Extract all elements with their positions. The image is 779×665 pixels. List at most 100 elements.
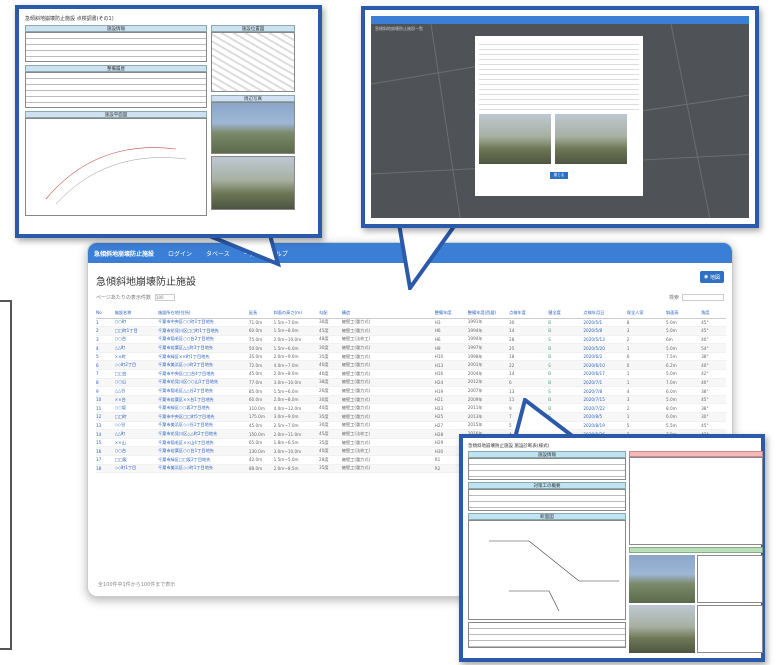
table-row[interactable]: 4 △△町 千葉市若葉区△△町3丁目地先 50.0m 1.5m~6.0m 30度 擁壁工(重…: [96, 343, 726, 353]
table-cell: 9: [96, 386, 115, 396]
table-cell[interactable]: △△町: [114, 429, 158, 439]
column-header[interactable]: No: [96, 308, 115, 319]
table-cell[interactable]: 千葉市花見川区△△町2丁目地先: [157, 429, 249, 439]
table-cell: 3: [626, 395, 666, 405]
column-header[interactable]: 施設名称: [114, 308, 158, 319]
column-header[interactable]: 点検年度: [509, 308, 549, 319]
table-cell[interactable]: 千葉市稲毛区××山4丁目地先: [157, 438, 249, 448]
table-cell: 0: [626, 360, 666, 371]
table-cell: 18: [96, 464, 115, 474]
table-cell[interactable]: 千葉市若葉区××台1丁目地先: [157, 395, 249, 405]
table-cell[interactable]: 千葉市中央区□□町5丁目地先: [157, 412, 249, 422]
modal-photo-2: [555, 114, 627, 164]
table-cell: 擁壁工(重力式): [341, 369, 435, 379]
table-cell: 7: [96, 369, 115, 379]
table-cell[interactable]: ○○台: [114, 335, 158, 345]
table-cell: 14: [509, 326, 549, 336]
table-cell[interactable]: ××台: [114, 395, 158, 405]
table-cell[interactable]: ○○台: [114, 446, 158, 456]
table-cell: 130.0m: [248, 446, 274, 456]
table-cell[interactable]: 千葉市若葉区△△町3丁目地先: [157, 343, 249, 353]
table-cell[interactable]: 千葉市中央区□□台4丁目地先: [157, 369, 249, 379]
table-row[interactable]: 2 □□町1丁目 千葉市花見川区□□町1丁目地先 60.0m 1.5m~8.0m 45度擁…: [96, 326, 726, 336]
table-row[interactable]: 8 ○○山 千葉市花見川区○○山1丁目地先 77.0m 3.0m~10.0m 38度 擁壁工…: [96, 378, 726, 388]
table-cell: 85.0m: [248, 386, 274, 396]
table-row[interactable]: 6 ◇◇町2丁目 千葉市美浜区◇◇町2丁目地先 72.0m 4.0m~7.0m 40度 擁壁…: [96, 360, 726, 371]
table-cell: 擁壁工(法枠工): [341, 335, 435, 345]
table-row[interactable]: 7 □□台 千葉市中央区□□台4丁目地先 45.0m 2.0m~8.0m 40度 擁壁工(重…: [96, 369, 726, 379]
table-cell: 38度: [319, 378, 342, 388]
table-cell[interactable]: ○○山: [114, 378, 158, 388]
rows-per-page-select[interactable]: 100: [154, 293, 175, 301]
table-cell: 65.0m: [248, 438, 274, 448]
table-cell[interactable]: 千葉市花見川区○○山1丁目地先: [157, 378, 249, 388]
table-cell[interactable]: □□台: [114, 369, 158, 379]
table-cell[interactable]: 千葉市緑区××町1丁目地先: [157, 352, 249, 362]
table-cell[interactable]: 千葉市美浜区◇◇町1丁目地先: [157, 464, 249, 474]
table-cell: 擁壁工(重力式): [341, 395, 435, 405]
sheet-section-map: 施設位置図: [211, 25, 295, 32]
table-cell[interactable]: ○○町: [114, 318, 158, 328]
table-cell: 5.0m: [666, 343, 702, 353]
column-header[interactable]: 整備年度: [434, 308, 468, 319]
table-cell: 4.0m~12.0m: [273, 403, 320, 414]
table-cell: 26度: [319, 386, 342, 396]
table-cell[interactable]: 千葉市美浜区◇◇谷1丁目地先: [157, 421, 249, 431]
table-cell[interactable]: ××山: [114, 438, 158, 448]
table-row[interactable]: 9 △△谷 千葉市稲毛区△△谷2丁目地先 85.0m 1.5m~6.0m 26度 擁壁工(重…: [96, 386, 726, 396]
table-row[interactable]: 1 ○○町 千葉市中央区○○町1丁目地先 71.0m 1.5m~7.0m 30度 擁壁工(重…: [96, 318, 726, 328]
table-cell: 3.0m~10.0m: [273, 446, 320, 456]
table-cell[interactable]: ××町: [114, 352, 158, 362]
brand[interactable]: 急傾斜地崩壊防止施設: [94, 249, 154, 258]
column-header[interactable]: 保全人家: [626, 308, 666, 319]
table-row[interactable]: 10 ××台 千葉市若葉区××台1丁目地先 60.0m 2.0m~8.0m 30度 擁壁工(…: [96, 395, 726, 405]
column-header[interactable]: 施設所在地(住所): [157, 308, 249, 319]
table-cell[interactable]: 千葉市緑区○○坂3丁目地先: [157, 403, 249, 414]
table-row[interactable]: 5 ××町 千葉市緑区××町1丁目地先 35.0m 2.0m~9.0m 35度 擁壁工(重力…: [96, 352, 726, 362]
table-row[interactable]: 3 ○○台 千葉市稲毛区○○台2丁目地先 75.0m 2.0m~10.0m 48度 擁壁工(…: [96, 335, 726, 345]
table-row[interactable]: 13 ◇◇谷 千葉市美浜区◇◇谷1丁目地先 45.0m 2.5m~7.0m 30度 擁壁工(…: [96, 421, 726, 431]
table-cell[interactable]: 千葉市中央区○○町1丁目地先: [157, 318, 249, 328]
column-header[interactable]: 斜面高: [666, 308, 702, 319]
column-header[interactable]: 健全度: [548, 308, 584, 319]
table-cell[interactable]: 千葉市美浜区◇◇町2丁目地先: [157, 360, 249, 371]
table-cell: 6.0m: [666, 412, 702, 422]
column-header[interactable]: 整備年度(西暦): [467, 308, 510, 319]
column-header[interactable]: 斜面の高さ(m): [273, 308, 320, 319]
map-button[interactable]: ◉ 地図: [700, 271, 724, 283]
table-cell: 28度: [319, 455, 342, 465]
table-cell[interactable]: △△谷: [114, 386, 158, 396]
table-cell: 30: [509, 318, 549, 328]
table-row[interactable]: 12 □□町 千葉市中央区□□町5丁目地先 175.0m 3.0m~9.0m 35度 擁壁工…: [96, 412, 726, 422]
table-cell[interactable]: △△町: [114, 343, 158, 353]
table-cell: 1.5m~6.0m: [273, 386, 320, 396]
column-header[interactable]: 延長: [248, 308, 274, 319]
table-cell[interactable]: ◇◇町2丁目: [114, 360, 158, 371]
table-cell[interactable]: □□町1丁目: [114, 326, 158, 336]
table-row[interactable]: 11 ○○坂 千葉市緑区○○坂3丁目地先 110.0m 4.0m~12.0m 40度 擁壁工…: [96, 403, 726, 414]
modal-close-button[interactable]: 閉じる: [550, 172, 568, 179]
table-cell: 40°: [701, 335, 726, 345]
search-input[interactable]: [682, 293, 724, 301]
table-cell[interactable]: ○○坂: [114, 403, 158, 414]
column-header[interactable]: 点検年月日: [583, 308, 627, 319]
table-cell: H6: [434, 326, 468, 336]
table-cell: 42°: [701, 369, 726, 379]
table-cell[interactable]: ◇◇町1丁目: [114, 464, 158, 474]
detail-fields: [479, 40, 639, 110]
column-header[interactable]: 角度: [701, 308, 726, 319]
table-cell: 擁壁工(重力式): [341, 378, 435, 388]
table-cell[interactable]: 千葉市若葉区○○台1丁目地先: [157, 446, 249, 456]
table-cell[interactable]: 千葉市稲毛区△△谷2丁目地先: [157, 386, 249, 396]
table-cell[interactable]: □□坂: [114, 455, 158, 465]
table-cell: 2020/5/1: [583, 318, 627, 328]
column-header[interactable]: 勾配: [319, 308, 342, 319]
column-header[interactable]: 構造: [341, 308, 435, 319]
table-cell[interactable]: 千葉市稲毛区○○台2丁目地先: [157, 335, 249, 345]
table-cell[interactable]: □□町: [114, 412, 158, 422]
table-cell: 40度: [319, 446, 342, 456]
table-cell[interactable]: ◇◇谷: [114, 421, 158, 431]
table-cell[interactable]: 千葉市花見川区□□町1丁目地先: [157, 326, 249, 336]
table-cell: 1.8m~6.5m: [273, 438, 320, 448]
table-cell[interactable]: 千葉市緑区□□坂2丁目地先: [157, 455, 249, 465]
